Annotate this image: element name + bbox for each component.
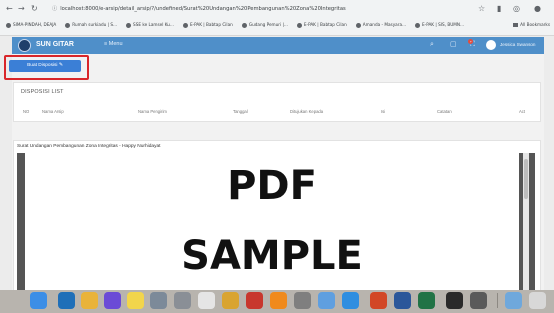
bookmark-icon bbox=[126, 22, 132, 28]
avatar[interactable] bbox=[486, 40, 496, 50]
info-icon[interactable]: ⓘ bbox=[52, 6, 57, 12]
user-name[interactable]: Jessica Swanson bbox=[500, 42, 536, 47]
extension-icon[interactable]: ▮ bbox=[497, 4, 501, 13]
pdf-viewer[interactable]: PDF SAMPLE bbox=[17, 153, 535, 294]
scroll-thumb[interactable] bbox=[524, 159, 528, 199]
app-icon[interactable] bbox=[470, 292, 487, 309]
terminal-icon[interactable] bbox=[446, 292, 463, 309]
fullscreen-icon[interactable]: ⛶ bbox=[470, 40, 475, 49]
safari-icon[interactable] bbox=[342, 292, 359, 309]
pdf-text-line: PDF bbox=[227, 163, 317, 209]
document-title: Surat Undangan Pembangunan Zona Integrit… bbox=[17, 144, 161, 149]
bookmark-icon bbox=[355, 22, 361, 28]
app-header: SUN GITAR ≡ Menu ⌕ ▢ ⛶ Jessica Swanson bbox=[12, 37, 544, 54]
dock bbox=[0, 290, 554, 313]
siri-icon[interactable] bbox=[104, 292, 121, 309]
app-logo bbox=[18, 39, 31, 52]
star-icon[interactable]: ☆ bbox=[478, 4, 485, 13]
bookmark-item[interactable]: Amanda - Masyara... bbox=[355, 22, 406, 28]
address-row: ← → ↻ ⓘ localhost:8000/e-arsip/detail_ars… bbox=[0, 3, 554, 17]
column-header: NO bbox=[23, 109, 30, 114]
column-header: Tanggal bbox=[233, 109, 248, 114]
pdf-page: PDF SAMPLE bbox=[25, 153, 519, 294]
bookmark-icon bbox=[182, 22, 188, 28]
bookmark-icon bbox=[65, 22, 71, 28]
bookmark-item[interactable]: Rumah surkiadu | S... bbox=[65, 22, 117, 28]
url-text: localhost:8000/e-arsip/detail_arsip/?/un… bbox=[60, 6, 346, 12]
vlc-icon[interactable] bbox=[270, 292, 287, 309]
scrollbar[interactable] bbox=[523, 153, 529, 294]
filezilla-icon[interactable] bbox=[246, 292, 263, 309]
notes-icon[interactable] bbox=[127, 292, 144, 309]
bookmark-item[interactable]: Gudang Pemuri |... bbox=[241, 22, 288, 28]
search-icon[interactable]: ⌕ bbox=[430, 40, 434, 49]
profile-icon[interactable]: ● bbox=[534, 4, 541, 13]
bookmark-item[interactable]: SSE ke Lamsel Ku... bbox=[126, 22, 174, 28]
finder-icon[interactable] bbox=[30, 292, 47, 309]
bookmark-item[interactable]: E-PAK | SIS, BUMN... bbox=[415, 22, 464, 28]
launchpad-icon[interactable] bbox=[150, 292, 167, 309]
bookmarks-bar: SIMA-PINDAH, DEAJA Rumah surkiadu | S... S… bbox=[6, 22, 552, 32]
downloads-icon[interactable] bbox=[505, 292, 522, 309]
bookmark-item[interactable]: E-PAK | Babtap Cilan bbox=[182, 22, 233, 28]
settings-icon[interactable] bbox=[294, 292, 311, 309]
dock-separator bbox=[497, 293, 498, 308]
bookmark-icon bbox=[6, 22, 11, 28]
excel-icon[interactable] bbox=[418, 292, 435, 309]
disposisi-card: DISPOSISI LIST NO Nama Arsip Nama Pengir… bbox=[13, 82, 541, 122]
pdf-text-line: SAMPLE bbox=[181, 233, 363, 279]
document-card: Surat Undangan Pembangunan Zona Integrit… bbox=[13, 140, 541, 294]
stack-icon[interactable] bbox=[222, 292, 239, 309]
trash-icon[interactable] bbox=[529, 292, 546, 309]
bookmark-icon bbox=[296, 22, 302, 28]
preview-icon[interactable] bbox=[318, 292, 335, 309]
disposisi-title: DISPOSISI LIST bbox=[21, 89, 64, 95]
back-icon[interactable]: ← bbox=[6, 4, 13, 13]
all-bookmarks[interactable]: All Bookmarks bbox=[509, 22, 550, 27]
column-header: Isi bbox=[381, 109, 386, 114]
vscode-icon[interactable] bbox=[58, 292, 75, 309]
word-icon[interactable] bbox=[394, 292, 411, 309]
chrome-icon[interactable] bbox=[81, 292, 98, 309]
bookmark-icon bbox=[241, 22, 247, 28]
bookmark-item[interactable]: SIMA-PINDAH, DEAJA bbox=[6, 22, 56, 28]
column-header: Catatan bbox=[437, 109, 452, 114]
notification-icon[interactable]: ▢ bbox=[450, 40, 457, 48]
column-header: Nama Pengirim bbox=[138, 109, 167, 114]
address-bar[interactable]: ⓘ localhost:8000/e-arsip/detail_arsip/?/u… bbox=[52, 4, 472, 15]
photos-icon[interactable] bbox=[198, 292, 215, 309]
column-header: Nama Arsip bbox=[42, 109, 64, 114]
sync-icon[interactable]: ◎ bbox=[513, 4, 520, 13]
highlight-box bbox=[4, 55, 89, 80]
app-brand: SUN GITAR bbox=[36, 41, 74, 48]
bookmark-item[interactable]: E-PAK | Babtap Cilan bbox=[296, 22, 347, 28]
column-header: Act bbox=[519, 109, 526, 114]
powerpoint-icon[interactable] bbox=[370, 292, 387, 309]
system-icon[interactable] bbox=[174, 292, 191, 309]
browser-chrome: ← → ↻ ⓘ localhost:8000/e-arsip/detail_ars… bbox=[0, 0, 554, 36]
menu-button[interactable]: ≡ Menu bbox=[104, 41, 123, 47]
bookmark-icon bbox=[415, 22, 421, 28]
column-header: Ditujukan Kepada bbox=[290, 109, 324, 114]
reload-icon[interactable]: ↻ bbox=[31, 4, 38, 13]
forward-icon[interactable]: → bbox=[18, 4, 25, 13]
